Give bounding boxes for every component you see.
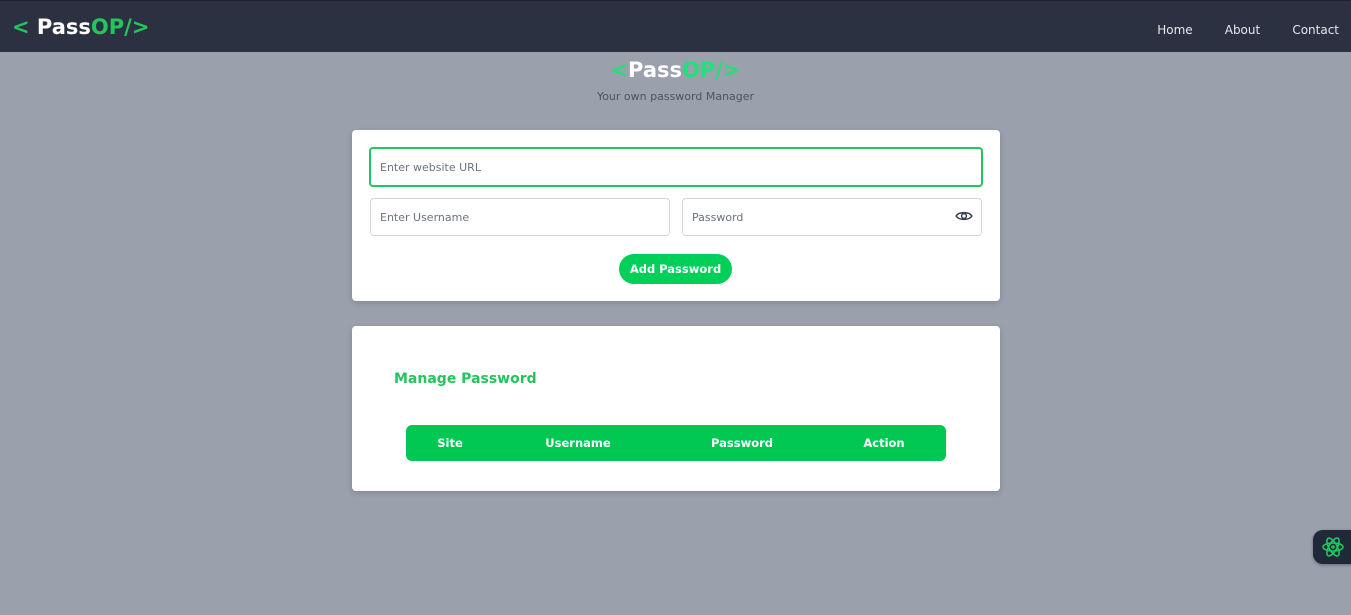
column-header-action: Action	[863, 436, 905, 450]
add-password-card: Add Password	[352, 130, 1000, 301]
hero-subtitle: Your own password Manager	[596, 90, 755, 103]
nav-logo-bracket: <	[12, 15, 37, 39]
hero-logo-bracket: <	[610, 58, 629, 82]
nav-link-about[interactable]: About	[1225, 22, 1260, 38]
nav-link-contact[interactable]: Contact	[1292, 22, 1339, 38]
password-input[interactable]	[682, 198, 982, 236]
website-url-input[interactable]	[369, 147, 983, 187]
hero-logo-op: OP/>	[682, 58, 741, 82]
nav-logo-op: OP/>	[90, 15, 150, 39]
navbar: < PassOP/> Home About Contact	[0, 0, 1351, 52]
username-input[interactable]	[370, 198, 670, 236]
nav-logo-pass: Pass	[36, 15, 91, 39]
manage-password-title: Manage Password	[394, 371, 537, 387]
hero-logo-pass: Pass	[628, 58, 683, 82]
floating-widget-button[interactable]	[1313, 530, 1351, 564]
nav-links: Home About Contact	[1130, 19, 1339, 38]
column-header-password: Password	[711, 436, 773, 450]
hero-logo: <PassOP/>	[0, 57, 1351, 83]
nav-link-home[interactable]: Home	[1157, 22, 1192, 38]
atom-icon	[1322, 537, 1344, 557]
nav-logo[interactable]: < PassOP/>	[12, 15, 149, 39]
column-header-username: Username	[545, 436, 611, 450]
column-header-site: Site	[437, 436, 463, 450]
eye-icon[interactable]	[955, 209, 973, 223]
add-password-button[interactable]: Add Password	[619, 254, 732, 284]
manage-password-card: Manage Password Site Username Password A…	[352, 326, 1000, 491]
password-table-header: Site Username Password Action	[406, 425, 946, 461]
